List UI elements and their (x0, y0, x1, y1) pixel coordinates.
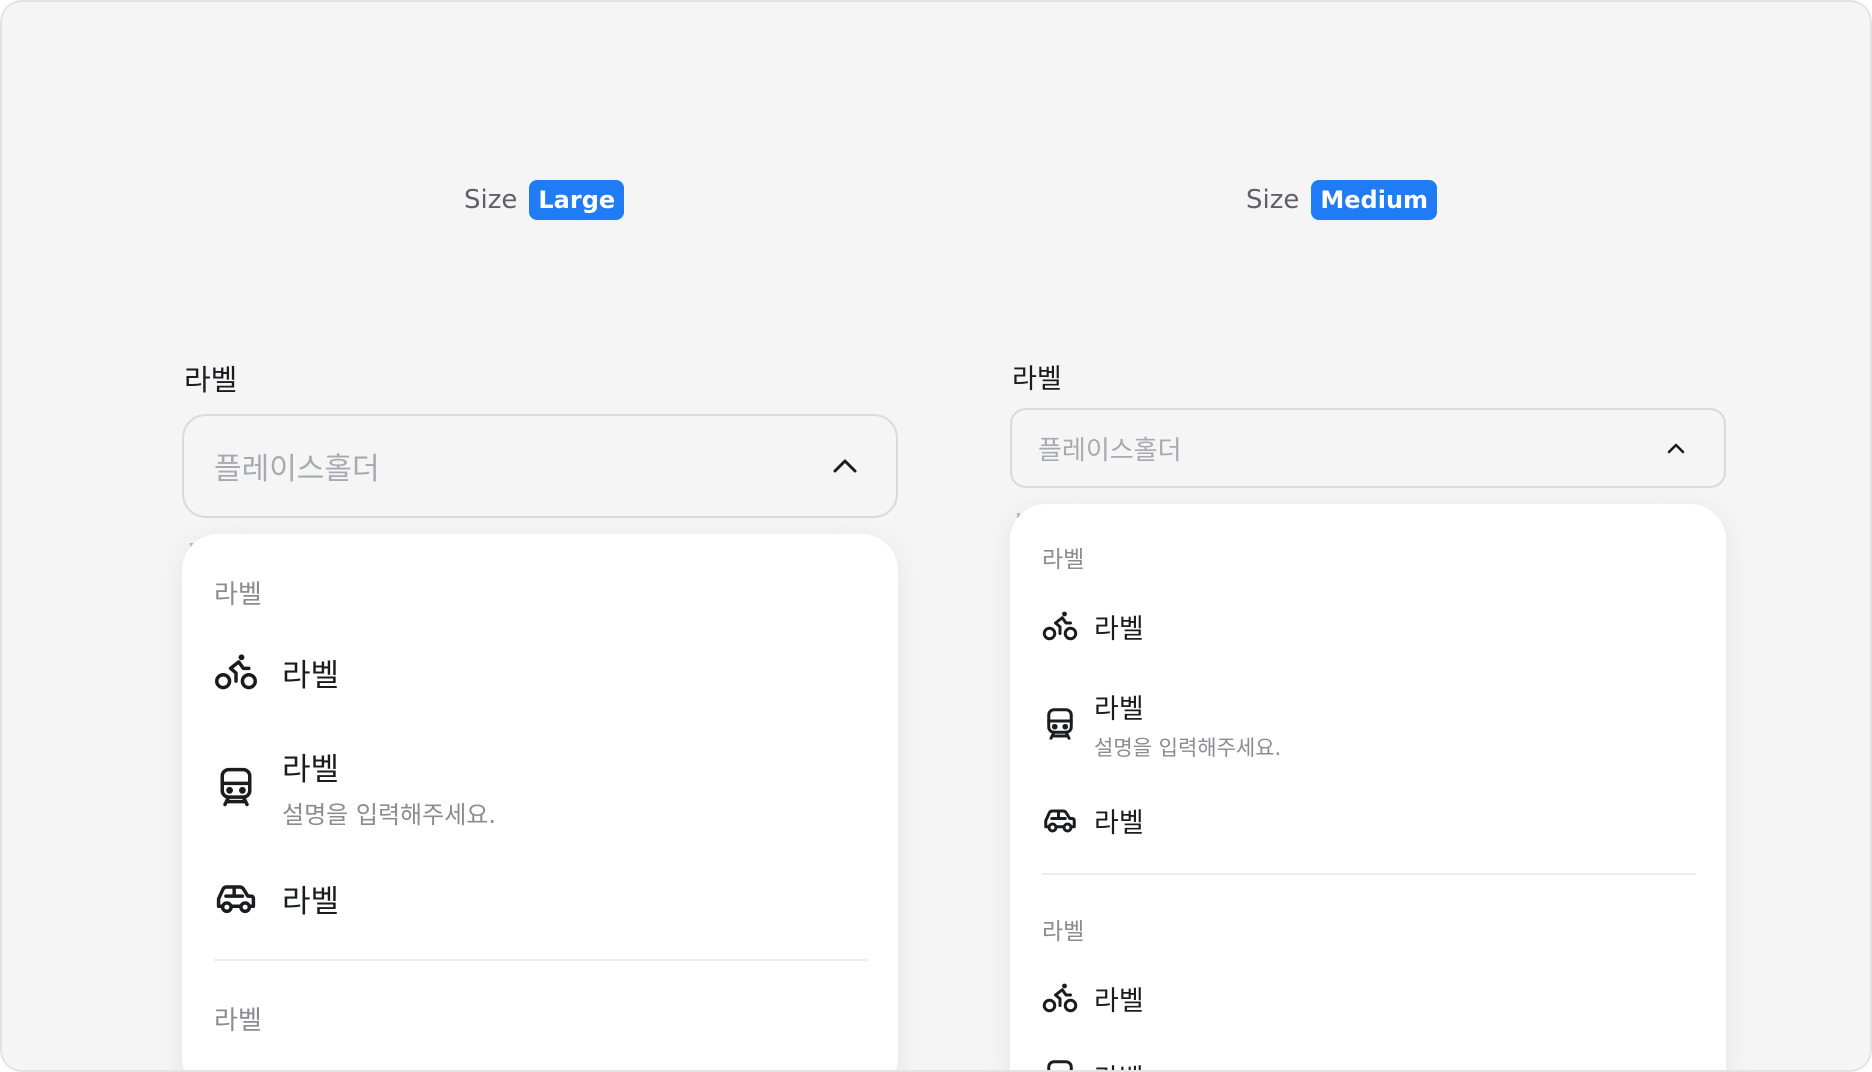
canvas: Size Large 라벨 플레이스홀더 라벨 라벨 라벨 설명을 입력해주세요… (0, 0, 1872, 1072)
field-label: 라벨 (1012, 364, 1062, 395)
bicycle-icon (1042, 608, 1078, 644)
size-badge: Medium (1311, 180, 1438, 220)
menu-item-label: 라벨 (1094, 985, 1144, 1017)
menu-divider (214, 959, 868, 961)
chevron-up-icon[interactable] (832, 458, 858, 474)
size-tag-large: Size Large (464, 180, 625, 220)
menu-item[interactable]: 라벨 (214, 870, 339, 926)
menu-item[interactable]: 라벨 설명을 입력해주세요. (1042, 684, 1281, 764)
dropdown-menu-medium: 라벨 라벨 라벨 설명을 입력해주세요. 라벨 라벨 라벨 (1010, 504, 1726, 1071)
menu-item[interactable]: 라벨 (214, 644, 339, 700)
car-icon (1042, 802, 1078, 838)
menu-item-label: 라벨 (282, 883, 340, 920)
menu-group-label: 라벨 (1042, 547, 1085, 573)
menu-item[interactable]: 라벨 (1042, 976, 1144, 1020)
bicycle-icon (214, 650, 258, 694)
menu-item-label: 라벨 (282, 752, 340, 788)
size-badge: Large (529, 180, 625, 220)
menu-item[interactable]: 라벨 (1042, 1054, 1144, 1071)
dropdown-menu-large: 라벨 라벨 라벨 설명을 입력해주세요. 라벨 라벨 (182, 534, 898, 1070)
menu-item-label: 라벨 (1094, 1057, 1144, 1071)
select-placeholder: 플레이스홀더 (1038, 435, 1182, 466)
menu-item-label: 라벨 (1094, 807, 1144, 839)
menu-item[interactable]: 라벨 (1042, 604, 1144, 648)
size-prefix: Size (464, 185, 518, 215)
menu-divider (1042, 873, 1696, 875)
menu-item-label: 라벨 (1094, 693, 1144, 725)
size-prefix: Size (1246, 185, 1300, 215)
train-icon (1042, 706, 1078, 742)
menu-group-label: 라벨 (214, 580, 262, 610)
menu-group-label: 라벨 (1042, 919, 1085, 945)
menu-item-label: 라벨 (282, 657, 340, 694)
train-icon (214, 765, 258, 809)
select-medium[interactable]: 플레이스홀더 (1010, 408, 1726, 488)
field-label: 라벨 (184, 363, 238, 397)
train-icon (1042, 1058, 1078, 1070)
menu-item-description: 설명을 입력해주세요. (1094, 735, 1282, 760)
menu-item-label: 라벨 (1094, 613, 1144, 645)
chevron-up-icon[interactable] (1666, 442, 1686, 455)
select-large[interactable]: 플레이스홀더 (182, 414, 898, 518)
car-icon (214, 876, 258, 920)
menu-item[interactable]: 라벨 설명을 입력해주세요. (214, 742, 496, 832)
menu-item-description: 설명을 입력해주세요. (282, 801, 496, 829)
size-tag-medium: Size Medium (1246, 180, 1438, 220)
menu-item[interactable]: 라벨 (1042, 798, 1144, 842)
select-placeholder: 플레이스홀더 (214, 452, 380, 487)
bicycle-icon (1042, 980, 1078, 1016)
menu-group-label: 라벨 (214, 1006, 262, 1036)
